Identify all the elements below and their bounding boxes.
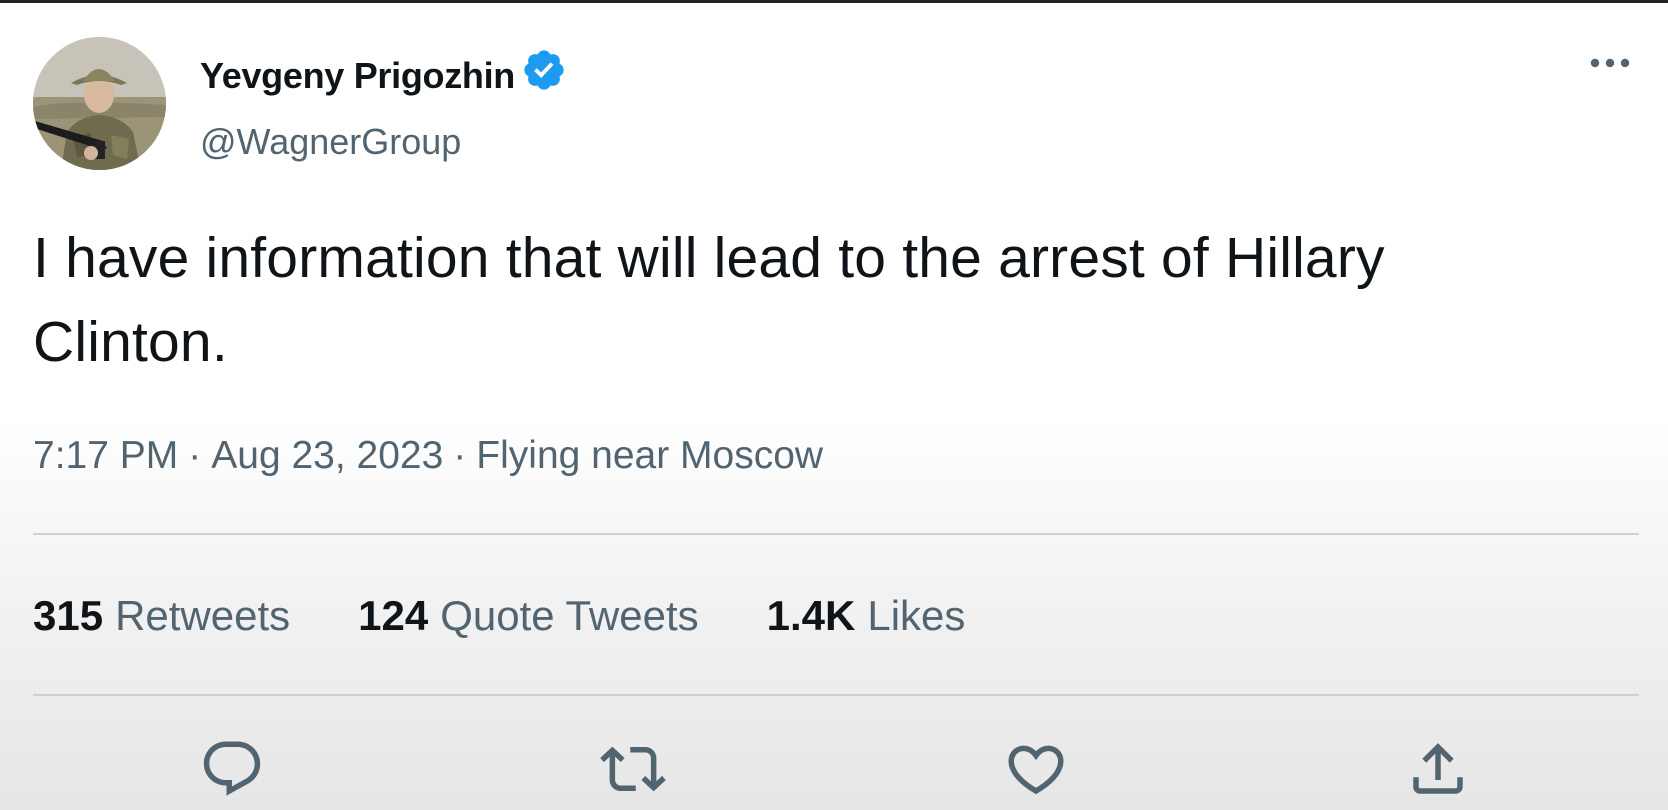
- verified-badge-icon: [524, 50, 564, 90]
- retweets-count: 315: [33, 592, 104, 639]
- tweet-text-line-2: Clinton.: [33, 310, 228, 374]
- tweet-location: Flying near Moscow: [476, 434, 824, 477]
- reply-icon: [203, 741, 261, 796]
- divider: [33, 533, 1639, 535]
- top-border: [0, 0, 1668, 3]
- retweets-stat[interactable]: 315 Retweets: [33, 592, 290, 640]
- tweet-card: Yevgeny Prigozhin @WagnerGroup I have in…: [0, 0, 1668, 810]
- meta-separator: ·: [188, 434, 202, 477]
- retweets-label: Retweets: [115, 592, 291, 639]
- tweet-meta: 7:17 PM · Aug 23, 2023 · Flying near Moscow: [33, 434, 823, 478]
- share-button[interactable]: [1405, 736, 1471, 802]
- retweet-button[interactable]: [600, 736, 666, 802]
- author-row: Yevgeny Prigozhin: [200, 48, 567, 104]
- meta-separator: ·: [453, 434, 467, 477]
- handle[interactable]: @WagnerGroup: [200, 121, 461, 163]
- tweet-time[interactable]: 7:17 PM: [33, 434, 178, 477]
- quote-tweets-label: Quote Tweets: [440, 592, 699, 639]
- avatar[interactable]: [33, 37, 166, 170]
- tweet-date[interactable]: Aug 23, 2023: [211, 434, 443, 477]
- divider: [33, 694, 1639, 696]
- heart-icon: [1008, 745, 1064, 795]
- likes-count: 1.4K: [766, 592, 856, 639]
- likes-stat[interactable]: 1.4K Likes: [767, 592, 966, 640]
- share-icon: [1413, 743, 1463, 794]
- reply-button[interactable]: [199, 736, 265, 802]
- more-horizontal-icon[interactable]: [1585, 48, 1635, 78]
- like-button[interactable]: [1003, 736, 1069, 802]
- tweet-text: I have information that will lead to the…: [33, 216, 1593, 384]
- quote-tweets-stat[interactable]: 124 Quote Tweets: [358, 592, 698, 640]
- quote-tweets-count: 124: [358, 592, 429, 639]
- display-name[interactable]: Yevgeny Prigozhin: [200, 55, 515, 97]
- likes-label: Likes: [867, 592, 966, 639]
- tweet-text-line-1: I have information that will lead to the…: [33, 226, 1385, 290]
- retweet-icon: [600, 746, 666, 792]
- tweet-stats: 315 Retweets 124 Quote Tweets 1.4K Likes: [33, 592, 1033, 640]
